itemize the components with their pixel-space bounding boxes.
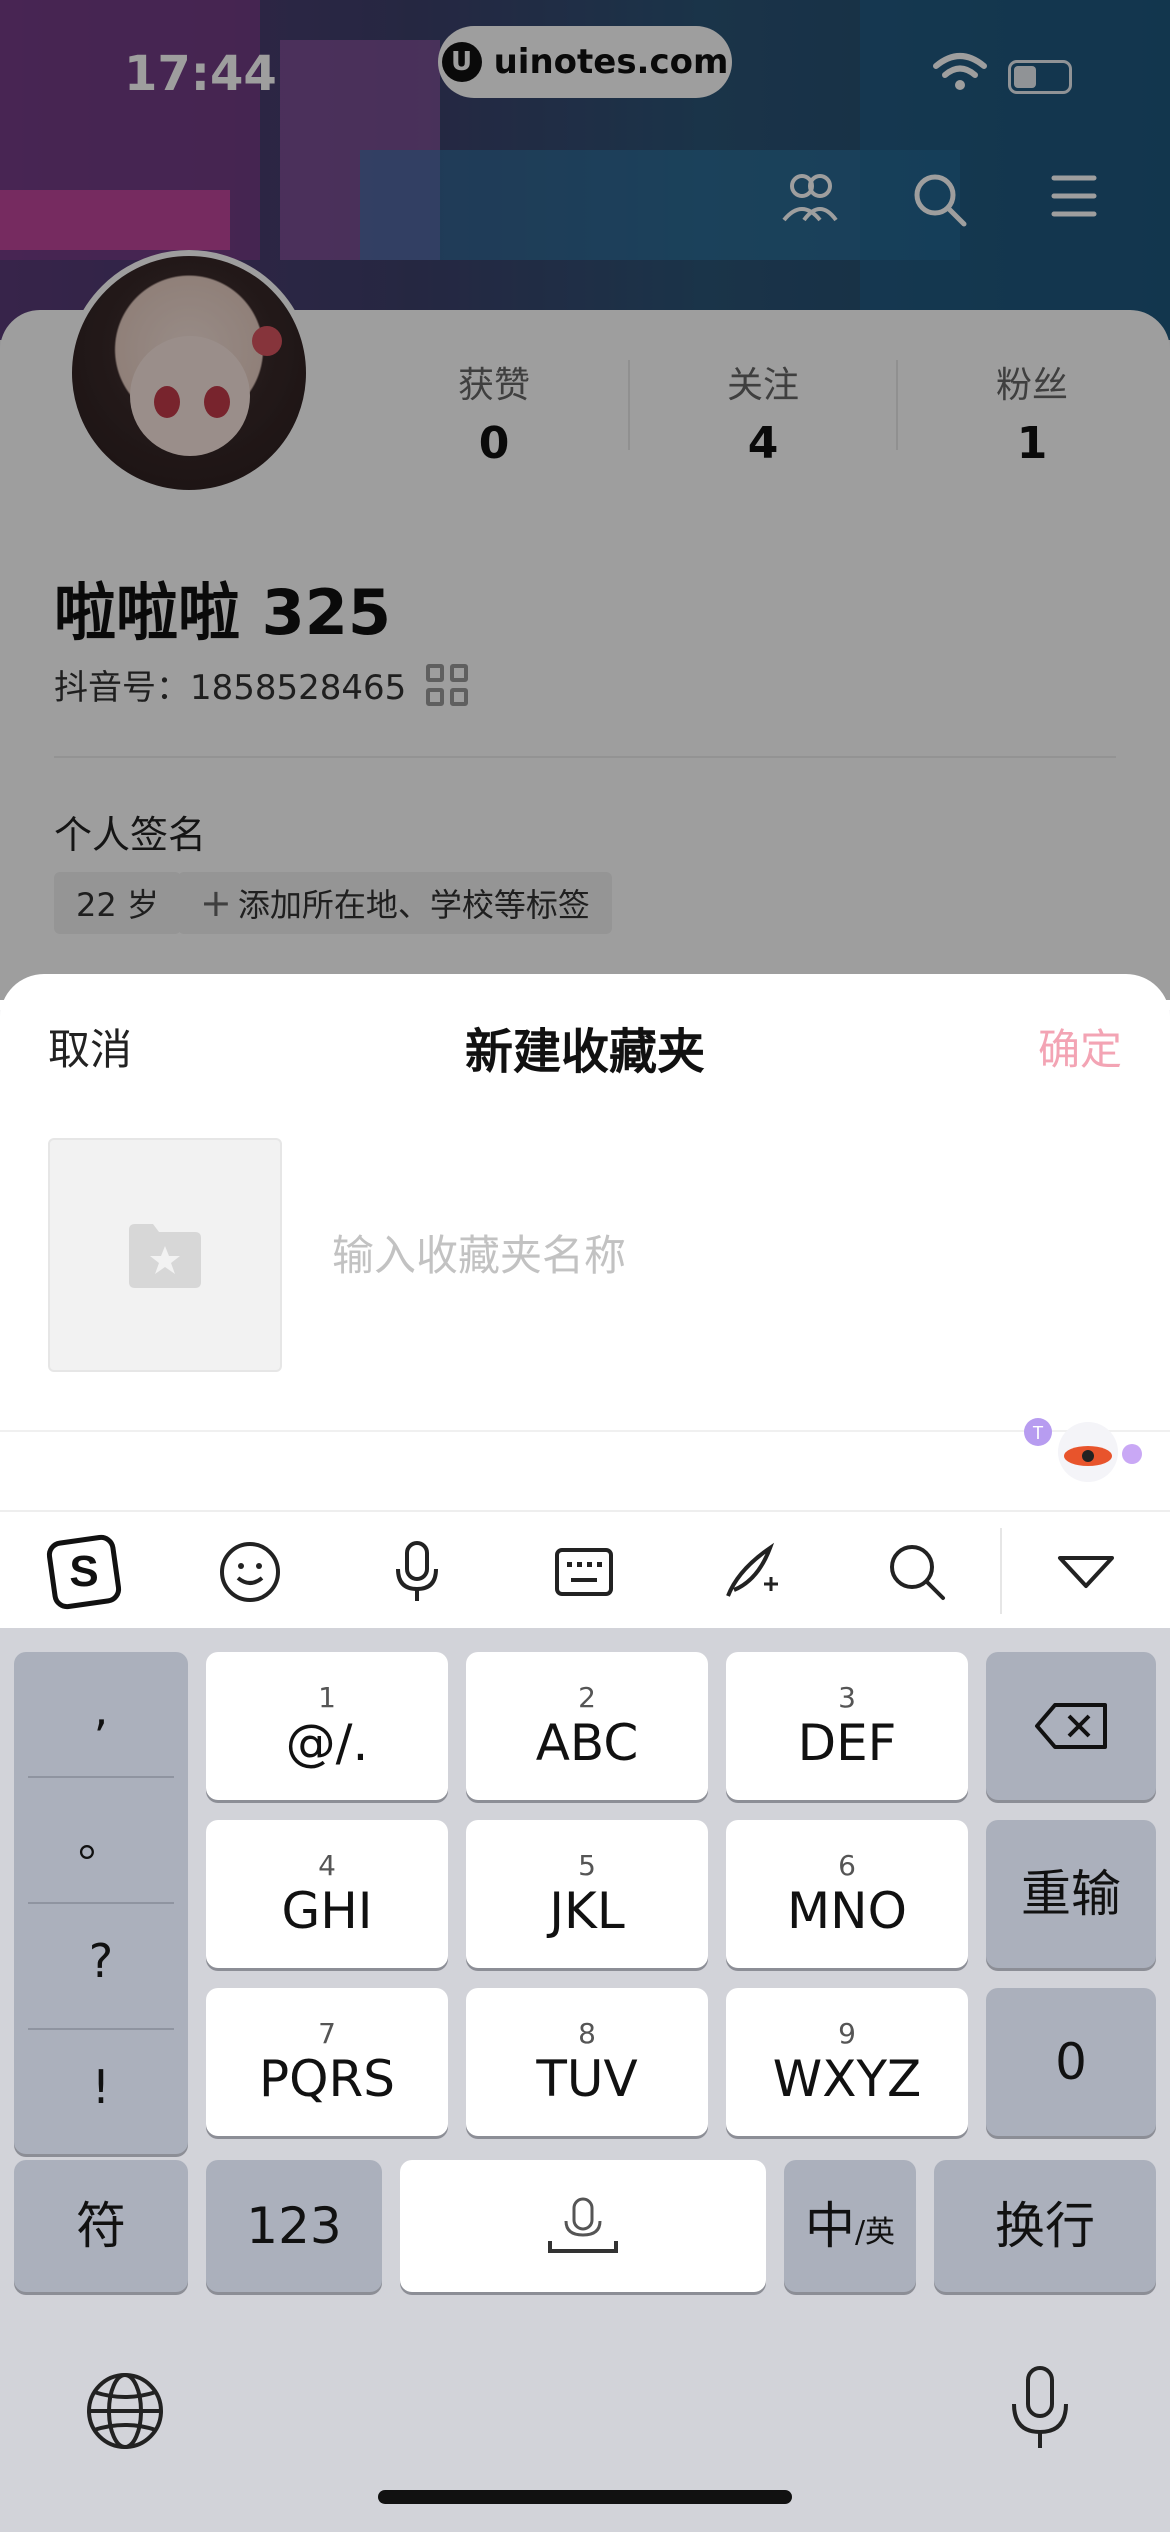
key-2[interactable]: 2 ABC xyxy=(466,1652,708,1800)
key-sub: 6 xyxy=(838,1849,856,1882)
svg-text:S: S xyxy=(69,1547,98,1596)
svg-text:T: T xyxy=(1033,1423,1044,1443)
keyboard: , 。 ? ! 1 @/. 2 ABC 3 DEF 4 GHI 5 JKL 6 MNO 重输… xyxy=(0,1628,1170,2532)
key-sub: 1 xyxy=(318,1681,336,1714)
home-indicator xyxy=(378,2490,792,2504)
key-main: 123 xyxy=(246,2197,342,2255)
lang-sub-label: /英 xyxy=(854,2215,896,2250)
key-main: 符 xyxy=(76,2197,126,2255)
key-sub: 9 xyxy=(838,2017,856,2050)
newline-key[interactable]: 换行 xyxy=(934,2160,1156,2292)
key-9[interactable]: 9 WXYZ xyxy=(726,1988,968,2136)
backspace-icon xyxy=(1035,1703,1107,1749)
sheet-title: 新建收藏夹 xyxy=(464,1024,705,1080)
key-main: @/. xyxy=(285,1714,369,1772)
ime-search-icon[interactable] xyxy=(877,1532,957,1612)
key-sub: 7 xyxy=(318,2017,336,2050)
punct-question[interactable]: ? xyxy=(14,1934,188,1988)
key-3[interactable]: 3 DEF xyxy=(726,1652,968,1800)
key-main: ABC xyxy=(535,1714,639,1772)
key-sub: 3 xyxy=(838,1681,856,1714)
punct-divider xyxy=(28,1776,174,1778)
folder-star-icon xyxy=(129,1224,201,1288)
punct-period[interactable]: 。 xyxy=(14,1804,188,1870)
emoji-icon[interactable] xyxy=(210,1532,290,1612)
space-key[interactable] xyxy=(400,2160,766,2292)
ime-mascot-icon[interactable]: T xyxy=(1018,1412,1146,1486)
key-1[interactable]: 1 @/. xyxy=(206,1652,448,1800)
handwriting-icon[interactable] xyxy=(710,1532,790,1612)
key-main: 重输 xyxy=(1021,1865,1121,1923)
key-7[interactable]: 7 PQRS xyxy=(206,1988,448,2136)
key-sub: 2 xyxy=(578,1681,596,1714)
key-6[interactable]: 6 MNO xyxy=(726,1820,968,1968)
key-8[interactable]: 8 TUV xyxy=(466,1988,708,2136)
key-main: PQRS xyxy=(259,2050,395,2108)
key-5[interactable]: 5 JKL xyxy=(466,1820,708,1968)
punct-exclaim[interactable]: ! xyxy=(14,2060,188,2114)
keyboard-switch-icon[interactable] xyxy=(544,1532,624,1612)
punct-comma[interactable]: , xyxy=(14,1682,188,1736)
key-main: 0 xyxy=(1055,2033,1087,2091)
collection-name-input[interactable] xyxy=(330,1204,1114,1306)
punct-divider xyxy=(28,2028,174,2030)
space-mic-icon xyxy=(548,2197,618,2253)
language-switch-key[interactable]: 中 /英 xyxy=(784,2160,916,2292)
key-main: TUV xyxy=(536,2050,638,2108)
dictation-mic-icon[interactable] xyxy=(1008,2364,1072,2454)
key-main: JKL xyxy=(549,1882,625,1940)
key-main: DEF xyxy=(797,1714,897,1772)
new-collection-sheet: 新建收藏夹 取消 确定 T xyxy=(0,974,1170,1514)
voice-input-icon[interactable] xyxy=(377,1532,457,1612)
globe-icon[interactable] xyxy=(84,2370,166,2452)
cover-picker[interactable] xyxy=(48,1138,282,1372)
sogou-logo-icon[interactable]: S xyxy=(44,1532,124,1612)
key-sub: 4 xyxy=(318,1849,336,1882)
confirm-button[interactable]: 确定 xyxy=(1038,1016,1122,1077)
numbers-key[interactable]: 123 xyxy=(206,2160,382,2292)
reinput-key[interactable]: 重输 xyxy=(986,1820,1156,1968)
symbols-key[interactable]: 符 xyxy=(14,2160,188,2292)
modal-overlay[interactable] xyxy=(0,0,1170,1000)
hide-keyboard-icon[interactable] xyxy=(1046,1532,1126,1612)
divider xyxy=(0,1430,1170,1432)
key-main: 换行 xyxy=(995,2197,1095,2255)
punct-divider xyxy=(28,1902,174,1904)
lang-main-label: 中 xyxy=(804,2197,855,2255)
key-4[interactable]: 4 GHI xyxy=(206,1820,448,1968)
punctuation-column[interactable]: , 。 ? ! xyxy=(14,1652,188,2154)
ime-separator xyxy=(1000,1528,1002,1614)
cancel-button[interactable]: 取消 xyxy=(48,1016,132,1077)
backspace-key[interactable] xyxy=(986,1652,1156,1800)
key-main: MNO xyxy=(787,1882,907,1940)
ime-toolbar: S xyxy=(0,1510,1170,1628)
key-main: GHI xyxy=(281,1882,373,1940)
key-main: WXYZ xyxy=(772,2050,922,2108)
key-sub: 5 xyxy=(578,1849,596,1882)
key-0[interactable]: 0 xyxy=(986,1988,1156,2136)
key-sub: 8 xyxy=(578,2017,596,2050)
